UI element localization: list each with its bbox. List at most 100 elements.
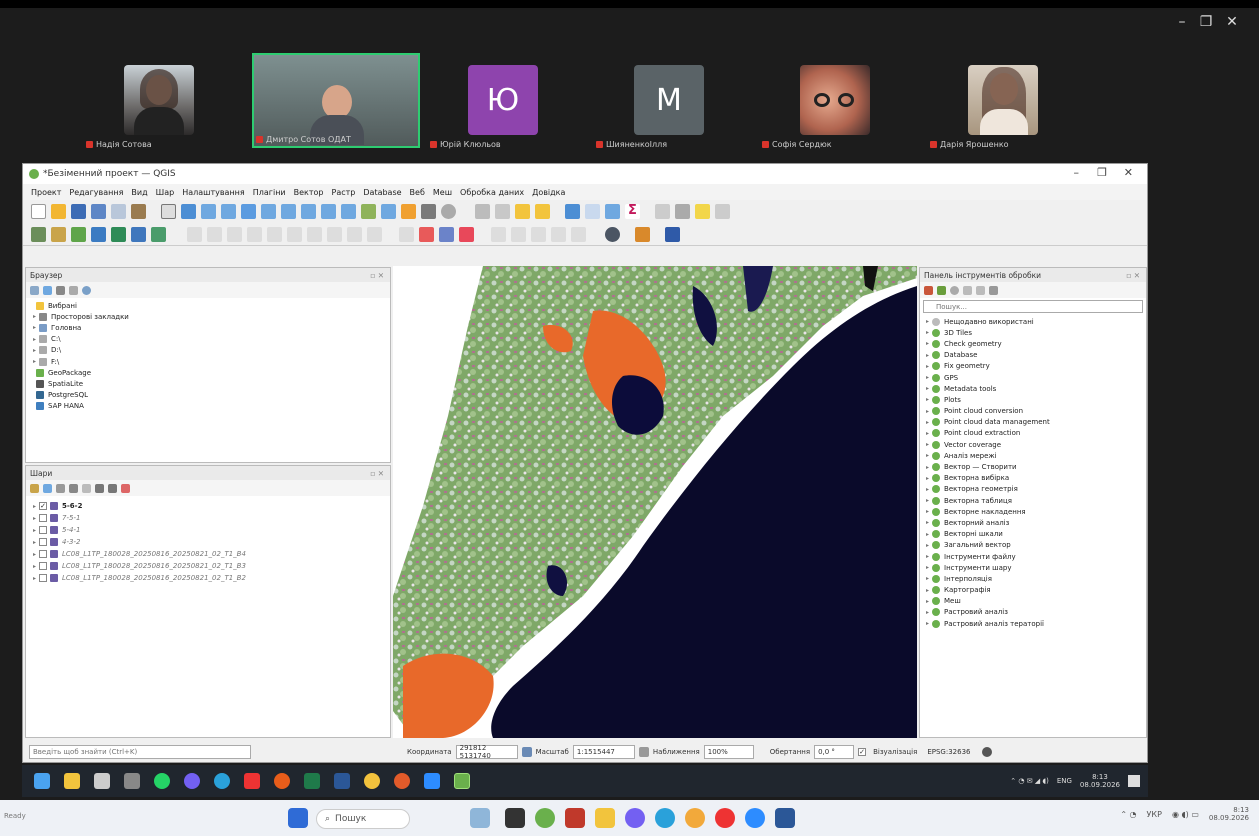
processing-item[interactable]: ▸ Point cloud data management <box>923 417 1143 428</box>
tray-status-icons[interactable]: ◉ ◖) ▭ <box>1172 810 1199 819</box>
annotation-icon[interactable] <box>675 204 690 219</box>
qgis-maximize-button[interactable]: ❐ <box>1097 166 1107 179</box>
menu-view[interactable]: Вид <box>131 188 147 197</box>
processing-item[interactable]: ▸ Меш <box>923 596 1143 607</box>
processing-item[interactable]: ▸ Векторна геометрія <box>923 484 1143 495</box>
maximize-button[interactable]: ❐ <box>1196 14 1216 30</box>
add-spatialite-icon[interactable] <box>111 226 126 242</box>
expand-all-icon[interactable] <box>95 483 104 493</box>
tray-clock[interactable]: 8:13 08.09.2026 <box>1209 806 1249 822</box>
statistics-icon[interactable]: Σ <box>625 204 640 219</box>
refresh-icon[interactable] <box>43 285 52 295</box>
refresh-icon[interactable] <box>441 204 456 219</box>
menu-mesh[interactable]: Меш <box>433 188 452 197</box>
menu-project[interactable]: Проект <box>31 188 61 197</box>
identify-icon[interactable] <box>475 204 490 219</box>
zoom-next-icon[interactable] <box>341 204 356 219</box>
render-checkbox[interactable]: ✓ <box>858 748 867 756</box>
menu-database[interactable]: Database <box>363 188 401 197</box>
layer-item[interactable]: ▸ 4-3-2 <box>30 536 386 548</box>
toggle-extents-icon[interactable] <box>521 747 532 757</box>
map-tips-icon[interactable] <box>695 204 710 219</box>
processing-item[interactable]: ▸ Інструменти шару <box>923 562 1143 573</box>
processing-item[interactable]: ▸ Растровий аналіз тераторії <box>923 618 1143 629</box>
attribute-table-icon[interactable] <box>585 204 600 219</box>
data-source-manager-icon[interactable] <box>31 226 46 242</box>
layer-checkbox[interactable]: ✓ <box>39 502 48 510</box>
zoom-layer-icon[interactable] <box>281 204 296 219</box>
add-vector-layer-icon[interactable] <box>51 226 66 242</box>
close-button[interactable]: ✕ <box>1222 14 1242 30</box>
measure-icon[interactable] <box>655 204 670 219</box>
app-icon[interactable] <box>565 808 585 828</box>
layer-checkbox[interactable] <box>39 550 48 558</box>
telegram-icon[interactable] <box>214 773 230 789</box>
participant-tile[interactable]: Дарія Ярошенко <box>928 55 1078 149</box>
callout-icon[interactable] <box>551 226 566 242</box>
messages-icon[interactable] <box>982 747 993 757</box>
processing-item[interactable]: ▸ Векторна таблиця <box>923 495 1143 506</box>
panel-close-icon[interactable]: ▫ ✕ <box>1126 271 1140 280</box>
processing-item[interactable]: ▸ Інтерполяція <box>923 573 1143 584</box>
collapse-all-icon[interactable] <box>69 285 78 295</box>
select-by-value-icon[interactable] <box>515 204 530 219</box>
menu-vector[interactable]: Вектор <box>294 188 324 197</box>
show-bookmarks-icon[interactable] <box>421 204 436 219</box>
zoom-in-icon[interactable] <box>201 204 216 219</box>
layer-checkbox[interactable] <box>39 514 48 522</box>
digitize-icon[interactable] <box>227 226 242 242</box>
task-view-icon[interactable] <box>505 808 525 828</box>
zoom-out-icon[interactable] <box>221 204 236 219</box>
properties-icon[interactable] <box>82 285 91 295</box>
tray-clock[interactable]: 8:13 08.09.2026 <box>1080 773 1120 789</box>
word-icon[interactable] <box>775 808 795 828</box>
layer-checkbox[interactable] <box>39 526 48 534</box>
processing-item[interactable]: ▸ Інструменти файлу <box>923 551 1143 562</box>
qgis-icon[interactable] <box>535 808 555 828</box>
qgis-minimize-button[interactable]: – <box>1074 166 1080 179</box>
processing-toolbox-icon[interactable] <box>605 204 620 219</box>
menu-plugins[interactable]: Плагіни <box>253 188 286 197</box>
menu-web[interactable]: Веб <box>410 188 425 197</box>
excel-icon[interactable] <box>304 773 320 789</box>
processing-search-input[interactable] <box>923 300 1143 313</box>
edit-features-in-place-icon[interactable] <box>976 285 985 295</box>
style-manager-icon[interactable] <box>131 204 146 219</box>
layer-checkbox[interactable] <box>39 538 48 546</box>
processing-item[interactable]: ▸ Загальний вектор <box>923 540 1143 551</box>
menu-settings[interactable]: Налаштування <box>182 188 245 197</box>
menu-processing[interactable]: Обробка даних <box>460 188 524 197</box>
paste-features-icon[interactable] <box>327 226 342 242</box>
file-explorer-icon[interactable] <box>64 773 80 789</box>
panel-close-icon[interactable]: ▫ ✕ <box>370 271 384 280</box>
vertex-tool-icon[interactable] <box>247 226 262 242</box>
processing-item[interactable]: ▸ Check geometry <box>923 338 1143 349</box>
processing-item[interactable]: ▸ Metadata tools <box>923 383 1143 394</box>
processing-item[interactable]: ▸ Аналіз мережі <box>923 450 1143 461</box>
save-edits-icon[interactable] <box>207 226 222 242</box>
browser-item[interactable]: SpatiaLite <box>30 378 386 389</box>
browser-item[interactable]: ▸ C:\ <box>30 334 386 345</box>
menu-help[interactable]: Довідка <box>532 188 565 197</box>
participant-tile-active[interactable]: Дмитро Сотов ОДАТ <box>252 53 420 148</box>
pan-to-selection-icon[interactable] <box>181 204 196 219</box>
processing-item[interactable]: ▸ Point cloud conversion <box>923 406 1143 417</box>
processing-item[interactable]: ▸ Fix geometry <box>923 361 1143 372</box>
whatsapp-icon[interactable] <box>154 773 170 789</box>
viber-icon[interactable] <box>184 773 200 789</box>
viber-icon[interactable] <box>625 808 645 828</box>
processing-item[interactable]: ▸ Векторні шкали <box>923 529 1143 540</box>
filter-legend-icon[interactable] <box>69 483 78 493</box>
layer-item[interactable]: ▸ ✓ 5-6-2 <box>30 500 386 512</box>
redo-icon[interactable] <box>367 226 382 242</box>
browser-item[interactable]: ▸ Головна <box>30 322 386 333</box>
notification-icon[interactable] <box>1128 775 1140 787</box>
processing-item[interactable]: ▸ Нещодавно використані <box>923 316 1143 327</box>
filter-expression-icon[interactable] <box>82 483 91 493</box>
widgets-icon[interactable] <box>470 808 490 828</box>
participant-tile[interactable]: M ШияненкоІлля <box>594 55 744 149</box>
panel-close-icon[interactable]: ▫ ✕ <box>370 469 384 478</box>
qgis-close-button[interactable]: ✕ <box>1124 166 1133 179</box>
telegram-icon[interactable] <box>655 808 675 828</box>
bookmark-icon[interactable] <box>401 204 416 219</box>
